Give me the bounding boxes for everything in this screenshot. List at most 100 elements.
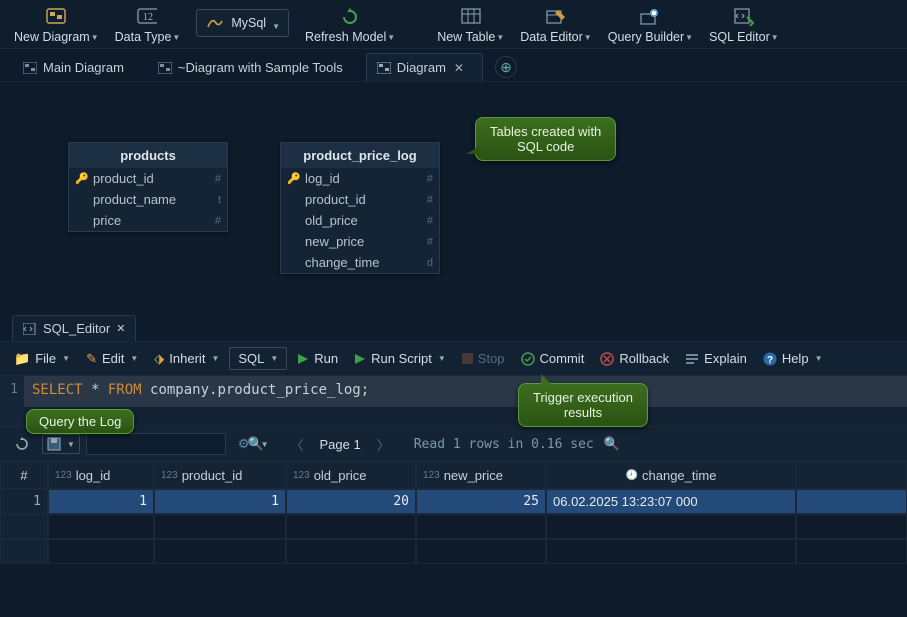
sql-dropdown[interactable]: SQL▼ — [229, 347, 287, 370]
refresh-label: Refresh Model — [305, 30, 386, 44]
entity-title: products — [69, 143, 227, 168]
prev-page-button[interactable]: 〈 — [291, 435, 304, 454]
refresh-model-button[interactable]: Refresh Model▼ — [297, 4, 403, 46]
sql-editor-button[interactable]: SQL Editor▼ — [701, 4, 787, 46]
data-editor-icon — [546, 7, 566, 27]
results-search[interactable]: 🔍 — [86, 433, 226, 455]
inherit-icon: ⬗ — [154, 351, 164, 367]
query-builder-label: Query Builder — [608, 30, 684, 44]
new-diagram-label: New Diagram — [14, 30, 90, 44]
refresh-icon — [340, 7, 360, 27]
next-page-button[interactable]: 〉 — [377, 435, 390, 454]
col-label: change_time — [642, 468, 716, 483]
type-badge-icon: 123 — [293, 470, 310, 481]
tab-main-diagram[interactable]: Main Diagram — [12, 53, 143, 81]
data-type-button[interactable]: 12 Data Type▼ — [107, 4, 189, 46]
layout-icon — [158, 62, 172, 74]
tab-label: ~Diagram with Sample Tools — [178, 60, 343, 75]
new-table-button[interactable]: New Table▼ — [429, 4, 512, 46]
query-builder-icon — [640, 7, 660, 27]
main-toolbar: New Diagram▼ 12 Data Type▼ MySql ▼ Refre… — [0, 0, 907, 49]
col-row-index[interactable]: # — [0, 462, 48, 489]
search-input[interactable] — [93, 437, 248, 451]
commit-button[interactable]: Commit — [515, 348, 591, 369]
tab-sql-editor[interactable]: SQL_Editor ✕ — [12, 315, 136, 341]
sql-editor-tab-bar: SQL_Editor ✕ — [0, 314, 907, 342]
svg-text:12: 12 — [143, 12, 153, 23]
stop-button: Stop — [456, 348, 511, 369]
svg-text:?: ? — [767, 355, 773, 366]
new-diagram-button[interactable]: New Diagram▼ — [6, 4, 107, 46]
pencil-icon: ✎ — [86, 351, 97, 367]
edit-menu[interactable]: ✎Edit▼ — [80, 348, 144, 370]
run-script-label: Run Script — [371, 351, 432, 366]
help-button[interactable]: ?Help▼ — [757, 348, 829, 369]
code-line[interactable]: SELECT * FROM company.product_price_log; — [24, 376, 907, 407]
cell-change-time[interactable]: 06.02.2025 13:23:07 000 — [546, 489, 796, 514]
data-editor-label: Data Editor — [520, 30, 583, 44]
table-row-empty[interactable] — [0, 539, 907, 564]
search-icon[interactable]: 🔍 — [604, 436, 620, 452]
entity-product-price-log[interactable]: product_price_log 🔑log_id# product_id# o… — [280, 142, 440, 274]
col-new-price[interactable]: 123new_price — [416, 462, 546, 489]
col-name: product_id — [93, 171, 209, 186]
entity-title: product_price_log — [281, 143, 439, 168]
stop-label: Stop — [478, 351, 505, 366]
run-script-button[interactable]: Run Script▼ — [348, 348, 452, 369]
add-tab-button[interactable]: ⊕ — [495, 56, 517, 78]
data-editor-button[interactable]: Data Editor▼ — [512, 4, 599, 46]
tab-diagram-active[interactable]: Diagram ✕ — [366, 53, 483, 81]
sql-code-editor[interactable]: 1 SELECT * FROM company.product_price_lo… — [0, 376, 907, 426]
col-name: change_time — [305, 255, 421, 270]
keyword: SELECT — [32, 382, 83, 398]
col-change-time[interactable]: 🕗 change_time — [546, 462, 796, 489]
play-icon — [297, 353, 309, 365]
run-button[interactable]: Run — [291, 348, 344, 369]
cell-old-price[interactable]: 20 — [286, 489, 416, 514]
commit-label: Commit — [540, 351, 585, 366]
col-label: old_price — [314, 468, 367, 483]
cell-new-price[interactable]: 25 — [416, 489, 546, 514]
code-text: company.product_price_log; — [142, 382, 370, 398]
new-table-label: New Table — [437, 30, 495, 44]
callout-trigger-results: Trigger execution results — [518, 383, 648, 427]
cell-log-id[interactable]: 1 — [48, 489, 154, 514]
col-name: log_id — [305, 171, 421, 186]
col-spacer — [796, 462, 907, 489]
help-label: Help — [782, 351, 809, 366]
file-menu[interactable]: 📁File▼ — [8, 348, 76, 370]
cell-product-id[interactable]: 1 — [154, 489, 286, 514]
layout-icon — [377, 62, 391, 74]
table-row-empty[interactable] — [0, 514, 907, 539]
col-old-price[interactable]: 123 old_price — [286, 462, 416, 489]
refresh-results-button[interactable] — [8, 434, 36, 454]
col-log-id[interactable]: 123log_id — [48, 462, 154, 489]
file-label: File — [35, 351, 56, 366]
results-grid: # 123log_id 123product_id 123 old_price 1… — [0, 462, 907, 564]
close-icon[interactable]: ✕ — [116, 322, 125, 335]
entity-products[interactable]: products 🔑product_id# product_namet pric… — [68, 142, 228, 232]
inherit-menu[interactable]: ⬗Inherit▼ — [148, 348, 225, 370]
explain-button[interactable]: Explain — [679, 348, 753, 369]
close-icon[interactable]: ✕ — [454, 61, 464, 75]
rollback-button[interactable]: Rollback — [594, 348, 675, 369]
explain-label: Explain — [704, 351, 747, 366]
results-toolbar: ▼ 🔍 ⚙▼ 〈 Page 1 〉 Read 1 rows in 0.16 se… — [0, 426, 907, 462]
table-row[interactable]: 1 1 1 20 25 06.02.2025 13:23:07 000 — [0, 489, 907, 514]
tab-sample-tools[interactable]: ~Diagram with Sample Tools — [147, 53, 362, 81]
col-product-id[interactable]: 123product_id — [154, 462, 286, 489]
rollback-label: Rollback — [619, 351, 669, 366]
diagram-canvas[interactable]: products 🔑product_id# product_namet pric… — [0, 82, 907, 314]
callout-tables-created: Tables created with SQL code — [475, 117, 616, 161]
sql-icon — [23, 323, 37, 335]
help-icon: ? — [763, 352, 777, 366]
clock-icon: 🕗 — [626, 470, 638, 481]
settings-button[interactable]: ⚙▼ — [232, 433, 275, 455]
save-dropdown[interactable]: ▼ — [42, 434, 80, 454]
inherit-label: Inherit — [169, 351, 205, 366]
diagram-icon — [46, 7, 66, 27]
key-icon: 🔑 — [287, 172, 299, 185]
db-engine-combo[interactable]: MySql ▼ — [188, 4, 297, 39]
mysql-icon — [205, 13, 225, 33]
query-builder-button[interactable]: Query Builder▼ — [600, 4, 701, 46]
